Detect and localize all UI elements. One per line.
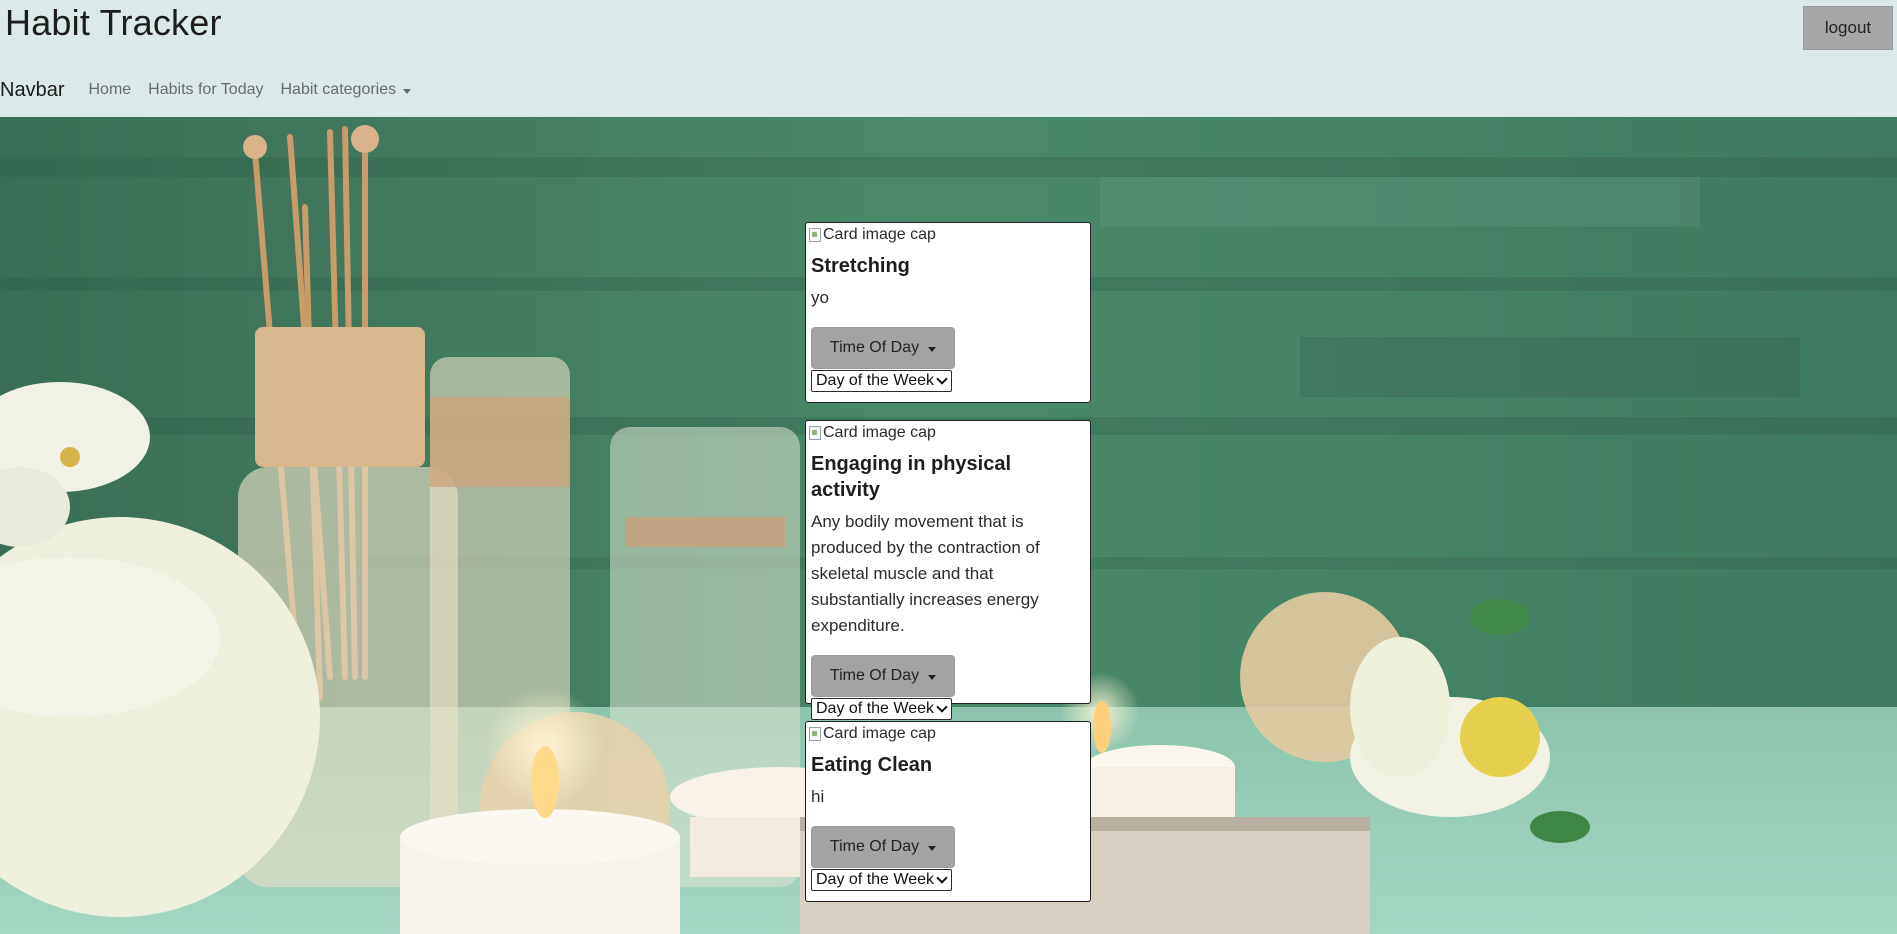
broken-image-icon <box>809 228 821 242</box>
caret-down-icon <box>928 845 937 851</box>
card-image: Card image cap <box>806 223 1085 247</box>
day-of-week-value: Day of the Week <box>816 871 934 888</box>
day-of-week-select[interactable]: Day of the Week <box>811 698 952 720</box>
chevron-down-icon <box>936 872 948 884</box>
habit-card: Card image cap Stretching yo Time Of Day… <box>805 222 1091 403</box>
habit-card: Card image cap Engaging in physical acti… <box>805 420 1091 720</box>
time-of-day-dropdown[interactable]: Time Of Day <box>811 655 955 697</box>
day-of-week-value: Day of the Week <box>816 372 934 389</box>
card-text: hi <box>811 787 825 806</box>
card-title: Stretching <box>811 255 910 277</box>
caret-down-icon <box>403 88 412 94</box>
app-title: Habit Tracker <box>5 2 222 43</box>
time-of-day-dropdown[interactable]: Time Of Day <box>811 826 955 868</box>
header: Habit Tracker logout Navbar Home Habits … <box>0 0 1897 117</box>
caret-down-icon <box>928 674 937 680</box>
card-title: Engaging in physical activity <box>811 453 1012 501</box>
time-of-day-label: Time Of Day <box>829 339 920 356</box>
card-image-alt: Card image cap <box>823 226 936 243</box>
time-of-day-label: Time Of Day <box>829 838 920 855</box>
time-of-day-label: Time Of Day <box>829 667 920 684</box>
caret-down-icon <box>928 346 937 352</box>
chevron-down-icon <box>936 701 948 713</box>
card-image: Card image cap <box>806 421 1085 445</box>
card-title: Eating Clean <box>811 754 933 776</box>
nav-link-home-label: Home <box>88 81 132 98</box>
card-text: Any bodily movement that is produced by … <box>811 512 1040 635</box>
day-of-week-value: Day of the Week <box>816 700 934 717</box>
day-of-week-select[interactable]: Day of the Week <box>811 370 952 392</box>
nav-link-habits-today[interactable]: Habits for Today <box>148 81 263 99</box>
habit-card: Card image cap Eating Clean hi Time Of D… <box>805 721 1091 902</box>
broken-image-icon <box>809 426 821 440</box>
card-image: Card image cap <box>806 722 1085 746</box>
broken-image-icon <box>809 727 821 741</box>
nav-link-habits-today-label: Habits for Today <box>148 81 264 98</box>
nav-dropdown-habit-categories[interactable]: Habit categories <box>281 81 412 99</box>
navbar: Navbar Home Habits for Today Habit categ… <box>0 76 428 104</box>
card-text: yo <box>811 288 829 307</box>
time-of-day-dropdown[interactable]: Time Of Day <box>811 327 955 369</box>
card-image-alt: Card image cap <box>823 725 936 742</box>
chevron-down-icon <box>936 373 948 385</box>
nav-dropdown-label: Habit categories <box>280 81 397 98</box>
navbar-brand[interactable]: Navbar <box>0 79 64 102</box>
day-of-week-select[interactable]: Day of the Week <box>811 869 952 891</box>
nav-link-home[interactable]: Home <box>88 81 131 99</box>
card-image-alt: Card image cap <box>823 424 936 441</box>
logout-button[interactable]: logout <box>1803 6 1893 50</box>
